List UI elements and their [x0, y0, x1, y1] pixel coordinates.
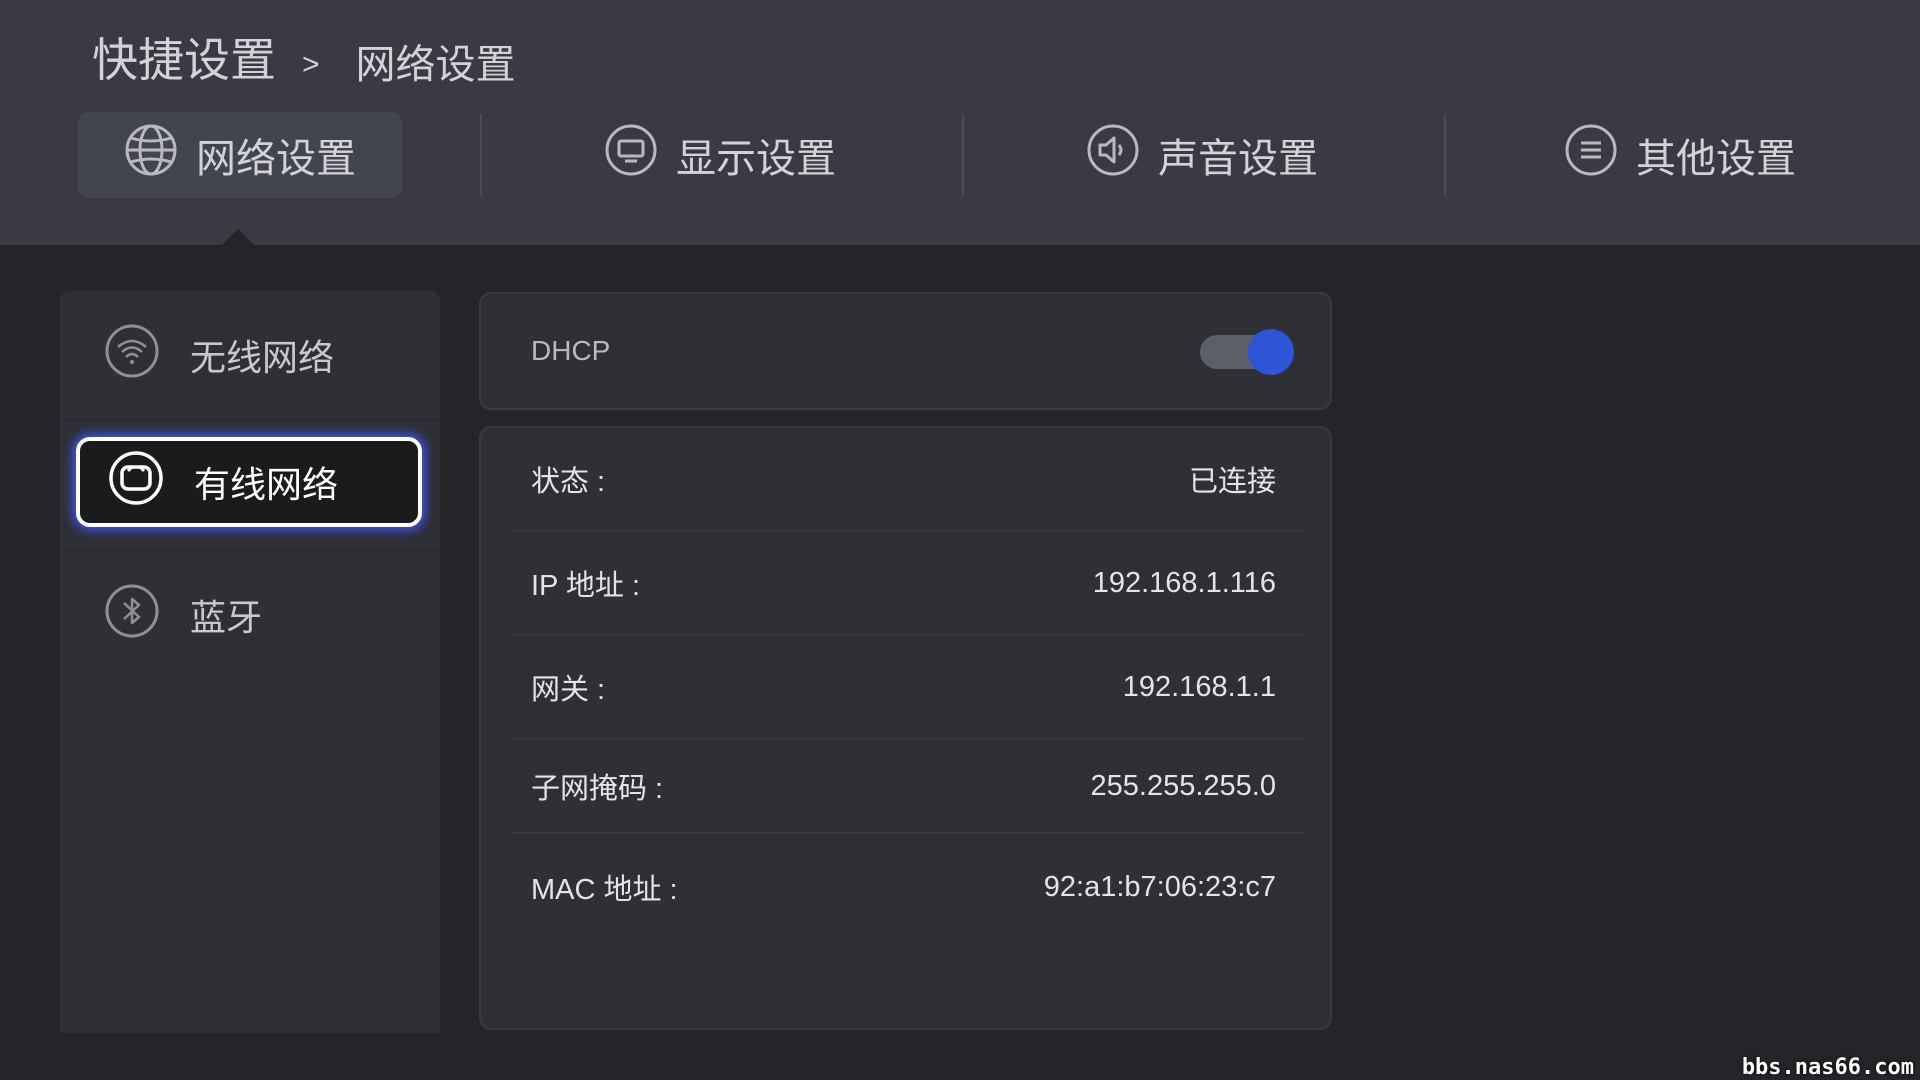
breadcrumb-root[interactable]: 快捷设置 — [92, 24, 276, 90]
bluetooth-icon — [104, 583, 160, 648]
tab-display-label: 显示设置 — [676, 136, 836, 182]
network-info-panel: 状态 : 已连接 IP 地址 : 192.168.1.116 网关 : 192.… — [479, 426, 1332, 1030]
info-label: MAC 地址 : — [531, 874, 678, 906]
dhcp-toggle[interactable] — [1200, 329, 1294, 375]
breadcrumb: 快捷设置 > 网络设置 — [92, 22, 516, 92]
sidebar-item-wired[interactable]: 有线网络 — [76, 437, 422, 527]
dhcp-panel[interactable]: DHCP — [479, 292, 1332, 410]
menu-icon — [1564, 123, 1618, 187]
tab-sound[interactable]: 声音设置 — [1042, 112, 1362, 198]
info-value: 192.168.1.116 — [1092, 566, 1276, 599]
info-value: 已连接 — [1188, 466, 1276, 498]
top-bar: 快捷设置 > 网络设置 网络设置 显示设置 声音设置 其他设置 — [0, 0, 1920, 245]
info-label: IP 地址 : — [531, 570, 641, 602]
info-row-gateway: 网关 : 192.168.1.1 — [511, 636, 1304, 740]
info-value: 192.168.1.1 — [1122, 670, 1276, 703]
info-label: 子网掩码 : — [531, 773, 664, 805]
tab-divider — [1444, 114, 1446, 196]
tab-divider — [962, 114, 964, 196]
watermark: bbs.nas66.com — [1741, 1055, 1914, 1080]
info-label: 网关 : — [531, 674, 606, 706]
speaker-icon — [1086, 123, 1140, 187]
breadcrumb-current: 网络设置 — [355, 42, 516, 88]
wifi-icon — [104, 323, 160, 388]
info-label: 状态 : — [531, 466, 606, 498]
tab-other[interactable]: 其他设置 — [1520, 112, 1840, 198]
sidebar-item-wifi-label: 无线网络 — [190, 338, 335, 379]
tab-sound-label: 声音设置 — [1158, 136, 1318, 182]
tab-network-label: 网络设置 — [196, 136, 356, 182]
info-row-status: 状态 : 已连接 — [511, 428, 1304, 532]
dhcp-label: DHCP — [531, 335, 611, 366]
info-value: 255.255.255.0 — [1090, 769, 1276, 802]
info-value: 92:a1:b7:06:23:c7 — [1043, 870, 1276, 903]
tab-other-label: 其他设置 — [1636, 136, 1796, 182]
info-row-ip: IP 地址 : 192.168.1.116 — [511, 532, 1304, 636]
tab-divider — [480, 114, 482, 196]
sidebar-item-bluetooth-label: 蓝牙 — [190, 598, 263, 639]
network-type-menu: 无线网络 有线网络 蓝牙 — [60, 291, 440, 1033]
settings-tabs: 网络设置 显示设置 声音设置 其他设置 — [0, 112, 1920, 198]
sidebar-item-wifi[interactable]: 无线网络 — [60, 291, 440, 421]
tab-network[interactable]: 网络设置 — [78, 112, 402, 198]
globe-icon — [124, 123, 178, 187]
monitor-icon — [604, 123, 658, 187]
info-row-subnet: 子网掩码 : 255.255.255.0 — [511, 740, 1304, 834]
info-row-mac: MAC 地址 : 92:a1:b7:06:23:c7 — [511, 834, 1304, 940]
active-tab-indicator — [222, 229, 254, 245]
sidebar-item-wired-label: 有线网络 — [194, 465, 339, 506]
tab-display[interactable]: 显示设置 — [560, 112, 880, 198]
ethernet-icon — [108, 450, 164, 515]
breadcrumb-separator: > — [302, 48, 320, 81]
toggle-knob — [1248, 329, 1294, 375]
sidebar-item-bluetooth[interactable]: 蓝牙 — [60, 551, 440, 681]
